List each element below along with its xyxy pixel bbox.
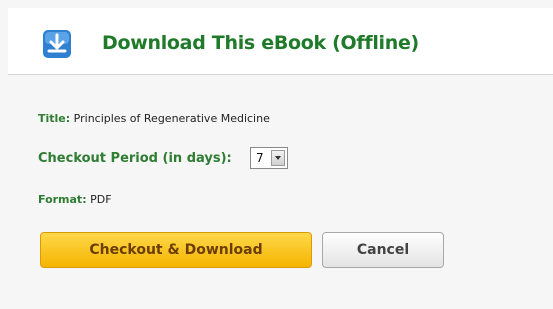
dialog-header: Download This eBook (Offline): [8, 8, 553, 75]
checkout-period-label: Checkout Period (in days):: [38, 151, 232, 166]
checkout-download-button[interactable]: Checkout & Download: [40, 232, 312, 268]
title-label: Title:: [38, 112, 71, 125]
format-value: PDF: [90, 193, 112, 206]
checkout-period-row: Checkout Period (in days):: [38, 151, 232, 166]
download-icon: [43, 30, 71, 58]
dialog-title: Download This eBook (Offline): [102, 32, 419, 54]
chevron-down-icon[interactable]: [271, 150, 285, 166]
download-dialog: Download This eBook (Offline) Title: Pri…: [0, 0, 553, 309]
title-row: Title: Principles of Regenerative Medici…: [38, 112, 270, 125]
cancel-button[interactable]: Cancel: [322, 232, 444, 268]
checkout-period-select[interactable]: 7: [250, 147, 288, 169]
checkout-period-value: 7: [256, 151, 264, 165]
format-label: Format:: [38, 193, 87, 206]
dialog-body: Title: Principles of Regenerative Medici…: [0, 75, 553, 309]
format-row: Format: PDF: [38, 193, 112, 206]
title-value: Principles of Regenerative Medicine: [73, 112, 270, 125]
